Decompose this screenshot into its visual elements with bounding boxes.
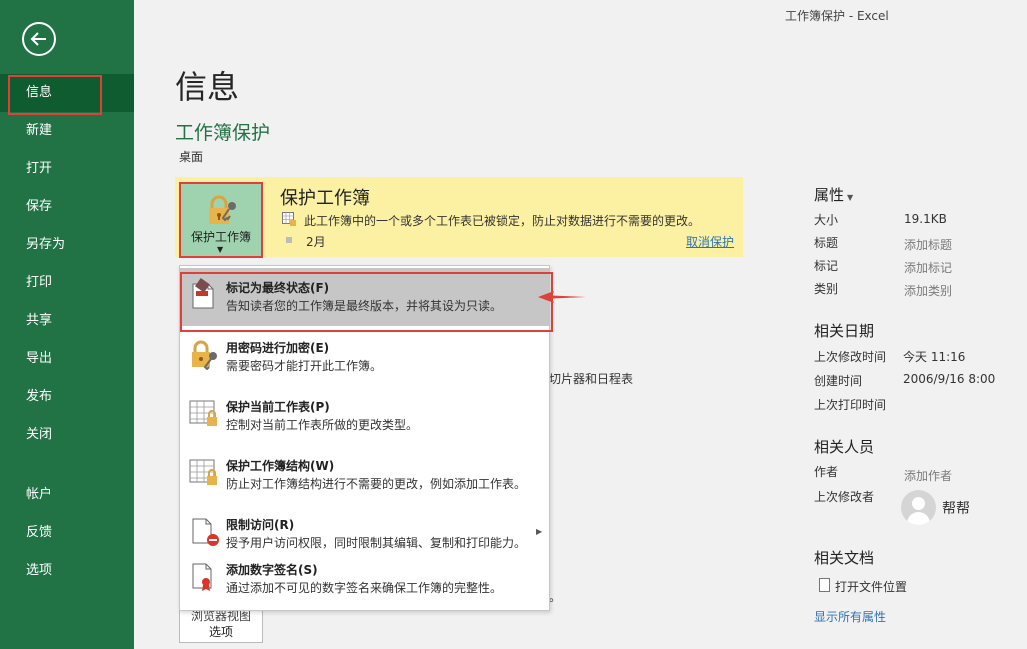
annotation-arrow-icon xyxy=(538,291,586,303)
modified-value: 今天 11:16 xyxy=(903,350,966,364)
open-file-location-link[interactable]: 打开文件位置 xyxy=(835,578,907,595)
menu-item-desc: 防止对工作簿结构进行不需要的更改，例如添加工作表。 xyxy=(226,477,527,491)
sidebar-item-options[interactable]: 选项 xyxy=(0,552,134,590)
protect-heading: 保护工作簿 xyxy=(280,188,370,209)
mark-final-icon xyxy=(192,278,214,309)
sidebar-item-close[interactable]: 关闭 xyxy=(0,416,134,454)
page-title: 信息 xyxy=(175,68,240,106)
related-dates-heading: 相关日期 xyxy=(814,322,875,340)
properties-heading-label: 属性 xyxy=(814,186,845,204)
background-text-slicers: 切片器和日程表 xyxy=(549,372,634,386)
browser-view-options-line2: 选项 xyxy=(208,625,233,639)
title-label: 标题 xyxy=(814,236,839,250)
sidebar-item-share[interactable]: 共享 xyxy=(0,302,134,340)
related-people-heading: 相关人员 xyxy=(814,438,875,456)
show-all-properties-link[interactable]: 显示所有属性 xyxy=(814,608,886,625)
printed-label: 上次打印时间 xyxy=(814,398,887,412)
sidebar-item-open[interactable]: 打开 xyxy=(0,150,134,188)
sidebar-item-print[interactable]: 打印 xyxy=(0,264,134,302)
menu-item-desc: 通过添加不可见的数字签名来确保工作簿的完整性。 xyxy=(226,581,503,595)
restrict-access-icon xyxy=(192,518,219,546)
submenu-arrow-icon: ▶ xyxy=(536,527,543,536)
sidebar-item-new[interactable]: 新建 xyxy=(0,112,134,150)
protect-description: 此工作簿中的一个或多个工作表已被锁定，防止对数据进行不需要的更改。 xyxy=(304,214,701,228)
protect-structure-icon xyxy=(189,459,217,485)
properties-heading[interactable]: 属性 ▼ xyxy=(814,184,853,205)
menu-item-encrypt[interactable]: 用密码进行加密(E) 需要密码才能打开此工作簿。 xyxy=(180,328,549,386)
lock-key-icon xyxy=(209,195,236,224)
window-title: 工作簿保护 - Excel xyxy=(785,9,889,23)
created-value: 2006/9/16 8:00 xyxy=(903,372,996,386)
avatar xyxy=(901,490,936,525)
chevron-down-icon: ▼ xyxy=(217,245,224,254)
menu-item-desc: 授予用户访问权限，同时限制其编辑、复制和打印能力。 xyxy=(226,536,527,550)
category-value[interactable]: 添加类别 xyxy=(904,282,952,299)
protect-date: 2月 xyxy=(306,235,326,249)
protect-sheet-icon xyxy=(189,400,217,426)
last-modified-by-label: 上次修改者 xyxy=(814,490,875,504)
menu-item-desc: 告知读者您的工作簿是最终版本，并将其设为只读。 xyxy=(226,299,503,313)
size-value: 19.1KB xyxy=(904,212,947,226)
menu-item-title: 添加数字签名(S) xyxy=(226,563,318,577)
created-label: 创建时间 xyxy=(814,374,863,388)
menu-item-title: 限制访问(R) xyxy=(226,518,295,532)
sidebar-item-export[interactable]: 导出 xyxy=(0,340,134,378)
tags-value[interactable]: 添加标记 xyxy=(904,259,952,276)
menu-item-title: 保护工作簿结构(W) xyxy=(226,459,335,473)
menu-item-title: 保护当前工作表(P) xyxy=(226,400,330,414)
tags-label: 标记 xyxy=(814,259,839,273)
title-value[interactable]: 添加标题 xyxy=(904,236,952,253)
author-label: 作者 xyxy=(814,465,839,479)
category-label: 类别 xyxy=(814,282,839,296)
workbook-name: 工作簿保护 xyxy=(175,122,271,144)
menu-item-mark-final[interactable]: 标记为最终状态(F) 告知读者您的工作簿是最终版本，并将其设为只读。 xyxy=(180,268,553,332)
last-modified-by-value: 帮帮 xyxy=(942,501,970,517)
size-label: 大小 xyxy=(814,213,839,227)
workbook-location: 桌面 xyxy=(179,150,204,164)
related-docs-heading: 相关文档 xyxy=(814,549,875,567)
menu-item-title: 用密码进行加密(E) xyxy=(226,341,330,355)
bullet xyxy=(286,237,292,243)
digital-signature-icon xyxy=(192,563,212,591)
back-button[interactable] xyxy=(22,22,56,56)
background-text-end: 。 xyxy=(549,590,562,604)
chevron-down-icon: ▼ xyxy=(847,193,854,202)
protect-workbook-button[interactable]: 保护工作簿 ▼ xyxy=(179,182,263,258)
menu-item-digital-signature[interactable]: 添加数字签名(S) 通过添加不可见的数字签名来确保工作簿的完整性。 xyxy=(180,550,549,608)
sidebar-item-feedback[interactable]: 反馈 xyxy=(0,514,134,552)
encrypt-lock-icon xyxy=(192,340,217,370)
protect-workbook-button-label: 保护工作簿 xyxy=(190,230,251,244)
sidebar-item-save[interactable]: 保存 xyxy=(0,188,134,226)
modified-label: 上次修改时间 xyxy=(814,350,887,364)
menu-item-desc: 需要密码才能打开此工作簿。 xyxy=(226,359,383,373)
sidebar-item-save-as[interactable]: 另存为 xyxy=(0,226,134,264)
sidebar-item-info[interactable]: 信息 xyxy=(0,74,134,115)
author-value[interactable]: 添加作者 xyxy=(904,467,952,484)
backstage-sidebar: 信息 新建 打开 保存 另存为 打印 共享 导出 发布 关闭 帐户 反馈 选项 xyxy=(0,0,134,649)
menu-item-protect-sheet[interactable]: 保护当前工作表(P) 控制对当前工作表所做的更改类型。 xyxy=(180,387,549,445)
back-arrow-icon xyxy=(30,32,46,46)
unprotect-link[interactable]: 取消保护 xyxy=(686,233,734,250)
menu-item-protect-structure[interactable]: 保护工作簿结构(W) 防止对工作簿结构进行不需要的更改，例如添加工作表。 xyxy=(180,446,549,504)
file-icon xyxy=(819,578,830,592)
sidebar-item-account[interactable]: 帐户 xyxy=(0,476,134,514)
menu-item-desc: 控制对当前工作表所做的更改类型。 xyxy=(226,418,419,432)
sheet-lock-icon xyxy=(282,212,296,226)
protect-workbook-menu: 标记为最终状态(F) 告知读者您的工作簿是最终版本，并将其设为只读。 用密码进行… xyxy=(179,265,553,611)
menu-item-title: 标记为最终状态(F) xyxy=(226,281,330,295)
sidebar-item-publish[interactable]: 发布 xyxy=(0,378,134,416)
